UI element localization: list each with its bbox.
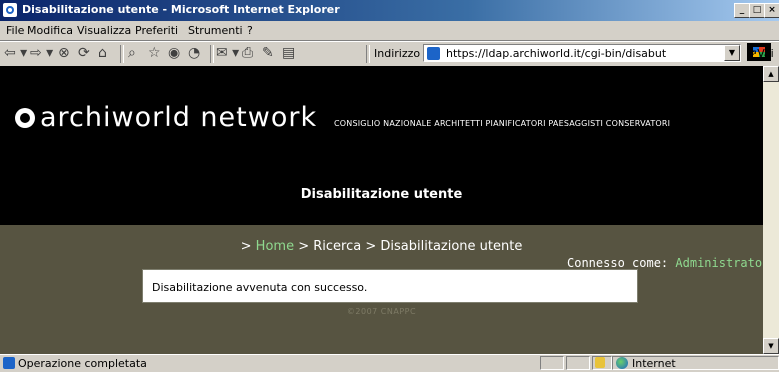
edit-icon[interactable]: ✎ (262, 45, 274, 61)
breadcrumb-separator: > (298, 239, 310, 254)
minimize-button[interactable]: _ (734, 3, 750, 18)
page-status-icon (3, 357, 15, 369)
vertical-scrollbar[interactable]: ▲ ▼ (763, 66, 779, 354)
connected-label: Connesso come: (567, 256, 669, 270)
menu-strumenti[interactable]: Strumenti (188, 24, 243, 37)
refresh-icon[interactable]: ⟳ (78, 45, 90, 61)
toolbar-separator (120, 45, 124, 63)
address-url: https://ldap.archiworld.it/cgi-bin/disab… (446, 47, 667, 60)
status-panel (566, 356, 590, 370)
status-text: Operazione completata (18, 357, 147, 370)
print-icon[interactable]: ⎙ (242, 45, 253, 61)
internet-zone-icon (616, 357, 628, 369)
breadcrumb-search-link[interactable]: Ricerca (313, 239, 361, 254)
menu-preferiti[interactable]: Preferiti (135, 24, 178, 37)
address-input[interactable]: https://ldap.archiworld.it/cgi-bin/disab… (423, 44, 741, 62)
menu-bar: File Modifica Visualizza Preferiti Strum… (0, 21, 779, 61)
go-button[interactable]: ⇗Vai (748, 47, 774, 60)
connected-user[interactable]: Administrator (675, 256, 763, 270)
address-label: Indirizzo (374, 47, 421, 60)
org-name: CONSIGLIO NAZIONALE ARCHITETTI PIANIFICA… (334, 119, 671, 128)
home-icon[interactable]: ⌂ (98, 45, 107, 61)
breadcrumb: > Home > Ricerca > Disabilitazione utent… (0, 239, 763, 254)
breadcrumb-home-link[interactable]: Home (256, 239, 294, 254)
stop-icon[interactable]: ⊗ (58, 45, 70, 61)
breadcrumb-separator: > (365, 239, 377, 254)
zone-label: Internet (632, 357, 676, 370)
close-button[interactable]: × (764, 3, 779, 18)
go-label: Vai (757, 47, 774, 60)
window-title: Disabilitazione utente - Microsoft Inter… (22, 3, 340, 16)
toolbar-separator (366, 45, 370, 63)
breadcrumb-current: Disabilitazione utente (380, 239, 523, 254)
copyright: ©2007 CNAPPC (346, 307, 417, 316)
toolbar-separator (210, 45, 214, 63)
page-title: Disabilitazione utente (300, 187, 463, 202)
status-bar: Operazione completata Internet (0, 354, 779, 372)
menu-file[interactable]: File (6, 24, 24, 37)
ie-icon (3, 3, 17, 17)
favorites-icon[interactable]: ☆ (148, 45, 161, 61)
history-icon[interactable]: ◔ (188, 45, 200, 61)
status-panel (540, 356, 564, 370)
discuss-icon[interactable]: ▤ (282, 45, 295, 61)
breadcrumb-separator: > (240, 239, 252, 254)
back-icon[interactable]: ⇦ ▾ (4, 45, 27, 61)
search-icon[interactable]: ⌕ (128, 45, 136, 61)
archiworld-logo-icon (15, 108, 35, 128)
page-icon (427, 47, 440, 60)
forward-icon[interactable]: ⇨ ▾ (30, 45, 53, 61)
logo-text: archiworld network (40, 102, 318, 133)
lock-icon[interactable] (595, 357, 605, 368)
site-header: archiworld network CONSIGLIO NAZIONALE A… (0, 66, 763, 225)
address-dropdown-icon[interactable]: ▼ (724, 45, 740, 61)
connected-as: Connesso come: Administrator (567, 256, 763, 270)
menu-visualizza[interactable]: Visualizza (77, 24, 131, 37)
page-viewport: archiworld network CONSIGLIO NAZIONALE A… (0, 66, 763, 354)
scroll-up-icon[interactable]: ▲ (763, 66, 779, 82)
toolbar: ⇦ ▾ ⇨ ▾ ⊗ ⟳ ⌂ ⌕ ☆ ◉ ◔ ✉ ▾ ⎙ ✎ ▤ Indirizz… (0, 41, 779, 67)
scroll-down-icon[interactable]: ▼ (763, 338, 779, 354)
go-arrow-icon: ⇗ (748, 47, 758, 60)
site-logo[interactable]: archiworld network (15, 103, 317, 133)
success-message: Disabilitazione avvenuta con successo. (142, 269, 638, 303)
menu-modifica[interactable]: Modifica (27, 24, 73, 37)
window-titlebar[interactable]: Disabilitazione utente - Microsoft Inter… (0, 0, 779, 21)
maximize-button[interactable]: □ (749, 3, 765, 18)
media-icon[interactable]: ◉ (168, 45, 180, 61)
menu-help[interactable]: ? (247, 24, 253, 37)
content-band: > Home > Ricerca > Disabilitazione utent… (0, 225, 763, 354)
mail-icon[interactable]: ✉ ▾ (216, 45, 239, 61)
